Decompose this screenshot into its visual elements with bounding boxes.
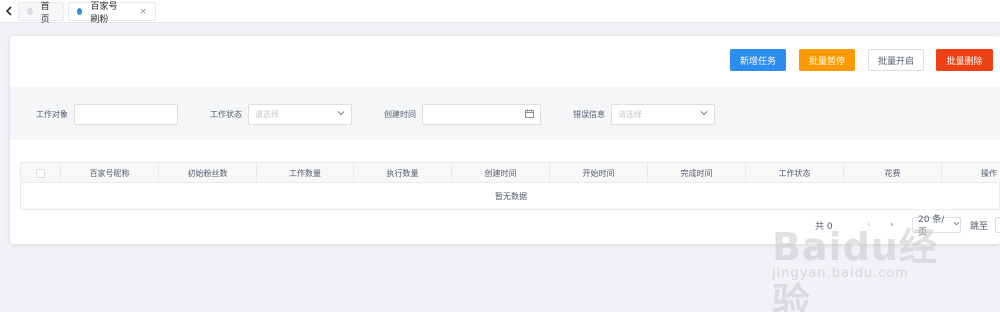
chevron-down-icon <box>700 109 708 120</box>
column-header: 初始粉丝数 <box>159 163 257 183</box>
target-input[interactable] <box>74 104 178 125</box>
pagination-total: 共 0 <box>815 221 833 232</box>
tab-active-label: 百家号刷粉 <box>90 1 118 25</box>
prev-page-icon[interactable]: ‹ <box>867 217 871 233</box>
tab-home-label: 首页 <box>40 1 50 25</box>
watermark-url: jingyan.baidu.com <box>772 266 909 281</box>
column-header: 创建时间 <box>452 163 550 183</box>
table-header: 百家号昵称 初始粉丝数 工作数量 执行数量 创建时间 开始时间 完成时间 工作状… <box>21 163 1000 183</box>
batch-delete-button[interactable]: 批量删除 <box>936 49 993 71</box>
column-header: 百家号昵称 <box>61 163 159 183</box>
column-header: 工作数量 <box>257 163 354 183</box>
filter-bar: 工作对象 工作状态 请选择 创建时间 错误信息 请选择 <box>10 87 1000 140</box>
error-select[interactable]: 请选择 <box>611 104 715 125</box>
column-header: 完成时间 <box>648 163 746 183</box>
batch-open-button[interactable]: 批量开启 <box>868 49 924 71</box>
page-size-value: 20 条/页 <box>918 215 945 238</box>
column-header: 花费 <box>844 163 942 183</box>
select-all-checkbox[interactable] <box>21 163 61 183</box>
error-label: 错误信息 <box>573 110 605 119</box>
created-date-picker[interactable] <box>422 104 541 125</box>
checkbox-icon[interactable] <box>36 168 45 178</box>
status-label: 工作状态 <box>210 110 242 119</box>
next-page-icon[interactable]: › <box>890 217 894 233</box>
chevron-down-icon <box>953 220 960 230</box>
batch-pause-button[interactable]: 批量暂停 <box>799 49 855 71</box>
task-table: 百家号昵称 初始粉丝数 工作数量 执行数量 创建时间 开始时间 完成时间 工作状… <box>20 162 1000 210</box>
empty-state: 暂无数据 <box>495 192 527 201</box>
tab-baijiahao-fans[interactable]: 百家号刷粉 × <box>68 2 156 25</box>
status-select[interactable]: 请选择 <box>248 104 352 125</box>
column-header: 执行数量 <box>354 163 452 183</box>
tab-bar: 首页 百家号刷粉 × <box>0 0 1000 25</box>
status-placeholder: 请选择 <box>255 110 279 119</box>
jump-input[interactable] <box>995 217 1000 233</box>
task-card: 新增任务 批量暂停 批量开启 批量删除 工作对象 工作状态 请选择 创建时间 错… <box>10 36 1000 244</box>
error-placeholder: 请选择 <box>618 110 642 119</box>
column-header: 开始时间 <box>550 163 648 183</box>
tab-dot-icon <box>77 8 83 15</box>
back-arrow-icon[interactable] <box>2 4 16 18</box>
chevron-down-icon <box>337 109 345 120</box>
jump-label: 跳至 <box>970 221 989 232</box>
page-size-select[interactable]: 20 条/页 <box>912 215 961 238</box>
tab-home[interactable]: 首页 <box>18 2 64 25</box>
tab-dot-icon <box>27 8 33 15</box>
target-label: 工作对象 <box>36 110 68 119</box>
add-task-button[interactable]: 新增任务 <box>730 49 786 71</box>
column-header: 操作 <box>981 168 997 178</box>
column-header: 工作状态 <box>746 163 844 183</box>
created-label: 创建时间 <box>384 110 416 119</box>
close-icon[interactable]: × <box>139 7 147 17</box>
calendar-icon <box>525 109 534 121</box>
